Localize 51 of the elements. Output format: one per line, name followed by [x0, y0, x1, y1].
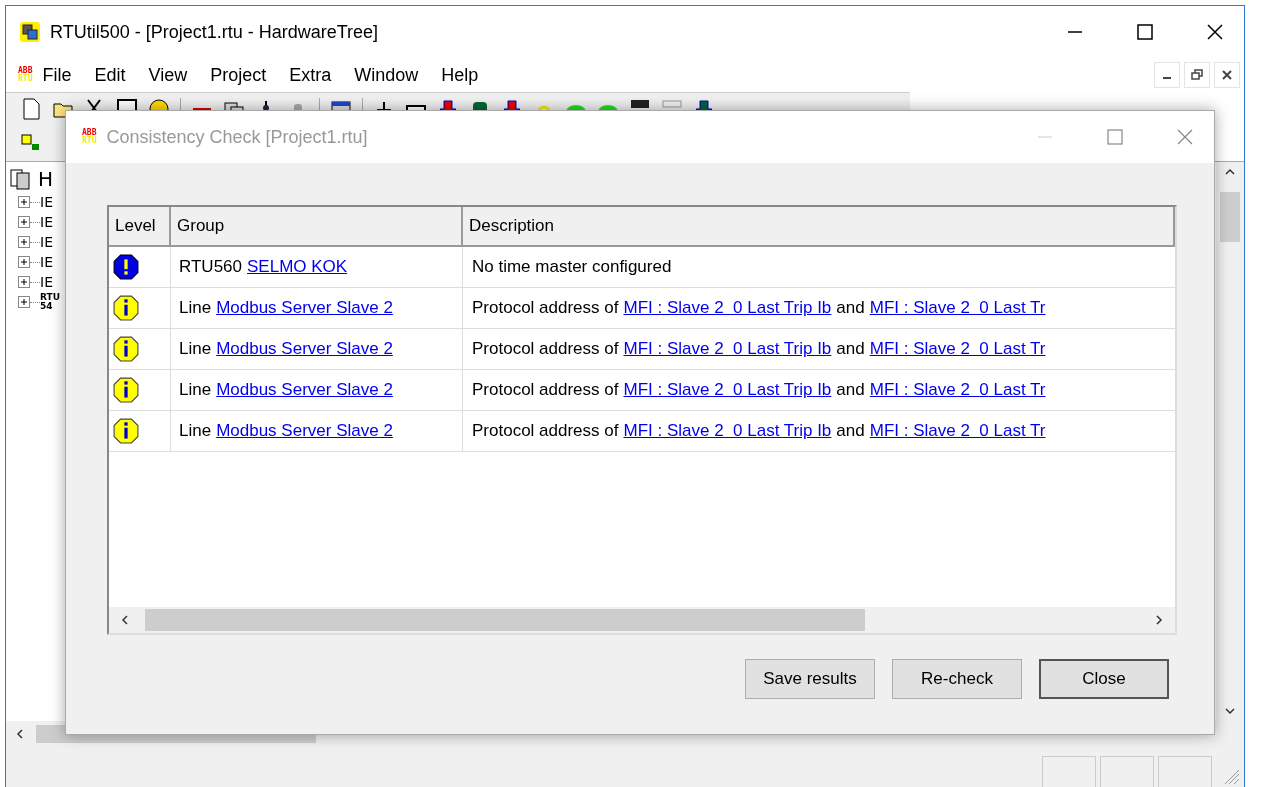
cell-text: and — [836, 298, 865, 318]
cell-text: Line — [179, 380, 212, 400]
link[interactable]: MFI : Slave 2 0 Last Trip Ib — [623, 339, 832, 359]
logo: ABB RTU — [82, 129, 97, 145]
menu-item[interactable]: Project — [210, 64, 267, 86]
link[interactable]: Modbus Server Slave 2 — [216, 298, 393, 318]
link[interactable]: MFI : Slave 2 0 Last Tr — [869, 421, 1046, 441]
tree-item[interactable]: IE — [40, 255, 53, 269]
link[interactable]: MFI : Slave 2 0 Last Tr — [869, 298, 1046, 318]
link[interactable]: Modbus Server Slave 2 — [216, 339, 393, 359]
tree-item[interactable]: IE — [40, 235, 53, 249]
cell-text: RTU560 — [179, 257, 242, 277]
cell-text: Protocol address of — [472, 380, 619, 400]
cell-text: Line — [179, 339, 212, 359]
link[interactable]: MFI : Slave 2 0 Last Tr — [869, 380, 1046, 400]
menu-item[interactable]: Help — [441, 64, 479, 86]
dialog-button[interactable]: Save results — [745, 659, 875, 699]
cell-text: Protocol address of — [472, 339, 619, 359]
menu-item[interactable]: Extra — [289, 64, 332, 86]
link[interactable]: Modbus Server Slave 2 — [216, 421, 393, 441]
cell-text: Protocol address of — [472, 298, 619, 318]
link[interactable]: Modbus Server Slave 2 — [216, 380, 393, 400]
cell-text: and — [836, 421, 865, 441]
tree-item[interactable]: IE — [40, 195, 53, 209]
tree-title: H — [38, 167, 54, 191]
cell-text: No time master configured — [472, 257, 672, 277]
cell-text: and — [836, 380, 865, 400]
cell-text: Line — [179, 421, 212, 441]
column-header[interactable]: Description — [463, 207, 1175, 245]
column-header[interactable]: Level — [109, 207, 171, 245]
link[interactable]: MFI : Slave 2 0 Last Tr — [869, 339, 1046, 359]
link[interactable]: MFI : Slave 2 0 Last Trip Ib — [623, 298, 832, 318]
logo: ABB RTU — [18, 67, 33, 83]
dialog-button[interactable]: Re-check — [892, 659, 1022, 699]
cell-text: and — [836, 339, 865, 359]
column-header[interactable]: Group — [171, 207, 463, 245]
cell-text: Line — [179, 298, 212, 318]
link[interactable]: MFI : Slave 2 0 Last Trip Ib — [623, 421, 832, 441]
menu-item[interactable]: View — [148, 64, 188, 86]
link[interactable]: MFI : Slave 2 0 Last Trip Ib — [623, 380, 832, 400]
tree-item[interactable]: IE — [40, 215, 53, 229]
cell-text: Protocol address of — [472, 421, 619, 441]
menu-item[interactable]: Edit — [94, 64, 126, 86]
window-title: RTUtil500 - [Project1.rtu - HardwareTree] — [50, 21, 379, 43]
dialog-title: Consistency Check [Project1.rtu] — [106, 126, 368, 148]
menu-item[interactable]: File — [42, 64, 72, 86]
tree-item[interactable]: IE — [40, 275, 53, 289]
menu-item[interactable]: Window — [354, 64, 419, 86]
dialog-button[interactable]: Close — [1039, 659, 1169, 699]
tree-item[interactable]: RTU 54 — [40, 293, 60, 311]
link[interactable]: SELMO KOK — [247, 257, 348, 277]
